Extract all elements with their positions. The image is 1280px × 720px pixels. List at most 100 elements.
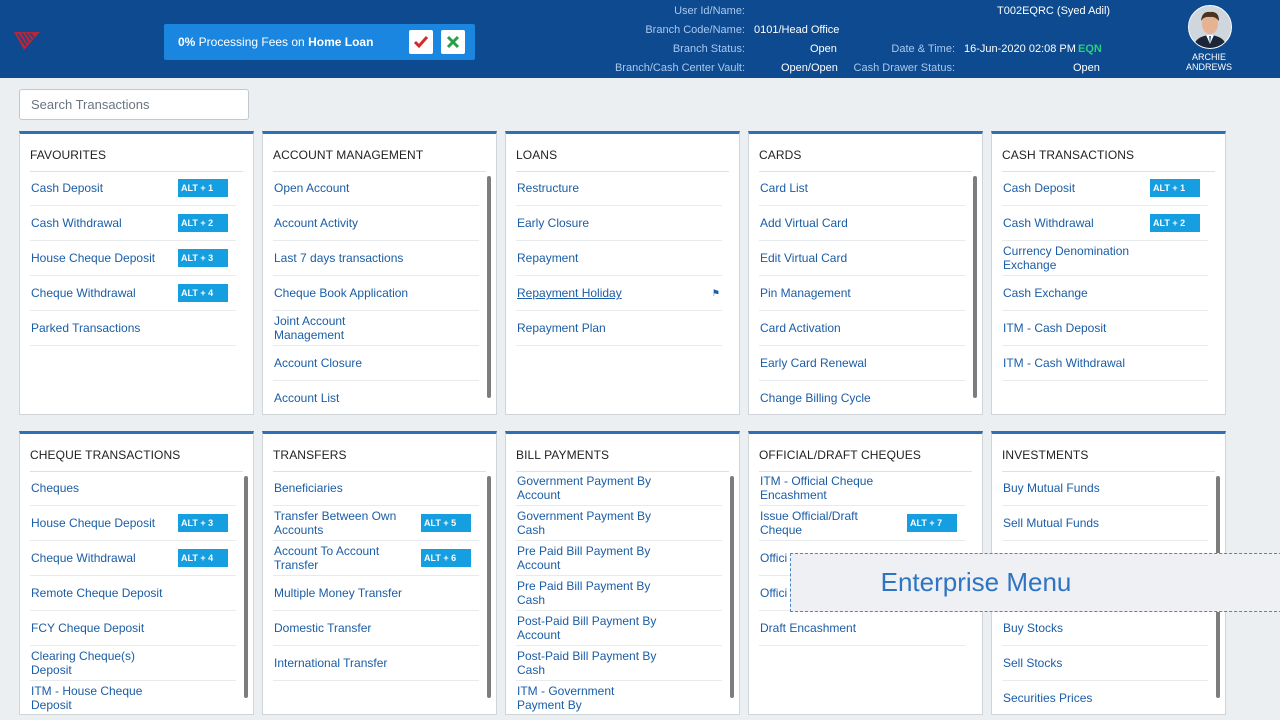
branch-status-label: Branch Status: [672, 43, 745, 55]
menu-item[interactable]: Card Activation [759, 311, 965, 346]
menu-item[interactable]: ITM - Official Cheque Encashment [759, 471, 965, 506]
menu-item[interactable]: Buy Stocks [1002, 611, 1208, 646]
menu-item[interactable]: ITM - House Cheque Deposit [30, 681, 236, 714]
menu-item[interactable]: Cash Deposit ALT + 1 [30, 171, 236, 206]
menu-item[interactable]: Government Payment By Cash [516, 506, 722, 541]
card-cheque-transactions: CHEQUE TRANSACTIONS Cheques House Cheque D… [19, 431, 254, 715]
shortcut-badge: ALT + 4 [178, 549, 228, 567]
menu-item[interactable]: Joint Account Management [273, 311, 479, 346]
menu-item[interactable]: Beneficiaries [273, 471, 479, 506]
person-icon [1189, 6, 1231, 48]
menu-item-label: Offici [760, 551, 788, 565]
user-avatar[interactable] [1188, 5, 1232, 49]
menu-item-label: Cheque Withdrawal [31, 551, 136, 565]
menu-item-label: Post-Paid Bill Payment By Account [517, 614, 657, 642]
card-items: Government Payment By Account Government … [516, 471, 722, 714]
menu-item[interactable]: Account Activity [273, 206, 479, 241]
menu-item[interactable]: Domestic Transfer [273, 611, 479, 646]
menu-item[interactable]: Pre Paid Bill Payment By Cash [516, 576, 722, 611]
scrollbar[interactable] [244, 476, 248, 698]
menu-item[interactable]: Cash Withdrawal ALT + 2 [1002, 206, 1208, 241]
enterprise-menu-overlay[interactable]: Enterprise Menu [790, 553, 1280, 612]
menu-item[interactable]: Cheque Withdrawal ALT + 4 [30, 541, 236, 576]
menu-item-label: Cash Deposit [31, 181, 104, 195]
menu-item[interactable]: Open Account [273, 171, 479, 206]
menu-item[interactable]: Parked Transactions [30, 311, 236, 346]
menu-item[interactable]: Repayment Holiday ⚑ [516, 276, 722, 311]
card-title: OFFICIAL/DRAFT CHEQUES [759, 448, 921, 462]
menu-item[interactable]: Post-Paid Bill Payment By Account [516, 611, 722, 646]
shortcut-badge: ALT + 7 [907, 514, 957, 532]
menu-item-label: Offici [760, 586, 788, 600]
menu-item-label: Cash Withdrawal [1003, 216, 1094, 230]
menu-item[interactable]: Account Closure [273, 346, 479, 381]
menu-item[interactable]: Transfer Between Own Accounts ALT + 5 [273, 506, 479, 541]
menu-item[interactable]: Clearing Cheque(s) Deposit [30, 646, 236, 681]
menu-item[interactable]: Multiple Money Transfer [273, 576, 479, 611]
close-icon [446, 35, 460, 49]
menu-item[interactable]: Repayment Plan [516, 311, 722, 346]
menu-item[interactable]: ITM - Cash Withdrawal [1002, 346, 1208, 381]
menu-item[interactable]: Add Virtual Card [759, 206, 965, 241]
menu-item[interactable]: Cheques [30, 471, 236, 506]
menu-item[interactable]: Last 7 days transactions [273, 241, 479, 276]
menu-item[interactable]: Post-Paid Bill Payment By Cash [516, 646, 722, 681]
menu-item-label: Sell Stocks [1003, 656, 1063, 670]
menu-item[interactable]: Sell Mutual Funds [1002, 506, 1208, 541]
menu-item[interactable]: Card List [759, 171, 965, 206]
top-header: 0% Processing Fees on Home Loan User Id/… [0, 0, 1280, 78]
menu-item[interactable]: Currency Denomination Exchange [1002, 241, 1208, 276]
shortcut-badge: ALT + 3 [178, 514, 228, 532]
menu-item[interactable]: ITM - Government Payment By [516, 681, 722, 714]
search-input[interactable] [19, 89, 249, 120]
menu-item[interactable]: Early Closure [516, 206, 722, 241]
menu-item[interactable]: Sell Stocks [1002, 646, 1208, 681]
scrollbar[interactable] [487, 476, 491, 698]
menu-item-label: Pre Paid Bill Payment By Account [517, 544, 651, 572]
menu-item[interactable]: Cash Exchange [1002, 276, 1208, 311]
pin-icon[interactable]: ⚑ [712, 288, 720, 299]
menu-item[interactable]: Pre Paid Bill Payment By Account [516, 541, 722, 576]
menu-item[interactable]: Government Payment By Account [516, 471, 722, 506]
menu-item-label: Card Activation [760, 321, 841, 335]
menu-item[interactable]: Cash Deposit ALT + 1 [1002, 171, 1208, 206]
dismiss-button[interactable] [441, 30, 465, 54]
menu-item[interactable]: Cheque Withdrawal ALT + 4 [30, 276, 236, 311]
menu-item[interactable]: Cash Withdrawal ALT + 2 [30, 206, 236, 241]
card-items: Cash Deposit ALT + 1 Cash Withdrawal ALT + … [30, 171, 236, 414]
menu-item[interactable]: Restructure [516, 171, 722, 206]
menu-item-label: Currency Denomination Exchange [1003, 244, 1130, 272]
scrollbar[interactable] [730, 476, 734, 698]
menu-item[interactable]: Securities Prices [1002, 681, 1208, 714]
promo-banner[interactable]: 0% Processing Fees on Home Loan [164, 24, 475, 60]
menu-item[interactable]: Cheque Book Application [273, 276, 479, 311]
menu-item-label: Cash Withdrawal [31, 216, 122, 230]
menu-item-label: Repayment Holiday [517, 286, 622, 300]
menu-item[interactable]: Change Billing Cycle [759, 381, 965, 414]
menu-item[interactable]: Early Card Renewal [759, 346, 965, 381]
shortcut-badge: ALT + 2 [178, 214, 228, 232]
menu-item[interactable]: Remote Cheque Deposit [30, 576, 236, 611]
menu-item[interactable]: Pin Management [759, 276, 965, 311]
menu-item-label: Multiple Money Transfer [274, 586, 403, 600]
menu-item[interactable]: Draft Encashment [759, 611, 965, 646]
menu-item-label: ITM - Official Cheque Encashment [760, 474, 874, 502]
scrollbar[interactable] [973, 176, 977, 398]
menu-item[interactable]: Buy Mutual Funds [1002, 471, 1208, 506]
menu-item[interactable]: International Transfer [273, 646, 479, 681]
menu-item-label: International Transfer [274, 656, 388, 670]
menu-item[interactable]: Repayment [516, 241, 722, 276]
scrollbar[interactable] [487, 176, 491, 398]
menu-item[interactable]: FCY Cheque Deposit [30, 611, 236, 646]
menu-item[interactable]: Account To Account Transfer ALT + 6 [273, 541, 479, 576]
menu-item[interactable]: Edit Virtual Card [759, 241, 965, 276]
menu-item-label: Last 7 days transactions [274, 251, 404, 265]
accept-button[interactable] [409, 30, 433, 54]
menu-item[interactable]: Issue Official/Draft Cheque ALT + 7 [759, 506, 965, 541]
menu-item[interactable]: Account List [273, 381, 479, 414]
card-title: BILL PAYMENTS [516, 448, 610, 462]
menu-item-label: Securities Prices [1003, 691, 1093, 705]
menu-item[interactable]: House Cheque Deposit ALT + 3 [30, 506, 236, 541]
menu-item[interactable]: House Cheque Deposit ALT + 3 [30, 241, 236, 276]
menu-item[interactable]: ITM - Cash Deposit [1002, 311, 1208, 346]
